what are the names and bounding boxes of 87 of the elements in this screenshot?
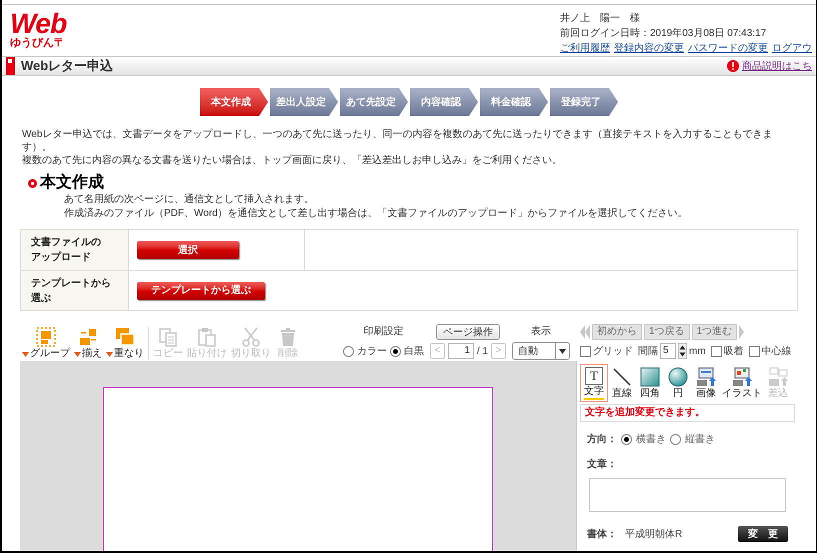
option-label: 吸着 bbox=[724, 344, 744, 358]
view-select[interactable]: 自動 bbox=[512, 342, 570, 360]
logo-subtitle: ゆうびん〒 bbox=[10, 37, 66, 49]
illustration-upload-icon bbox=[732, 366, 752, 386]
text-label: 文章： bbox=[586, 457, 618, 472]
image-upload-icon bbox=[696, 366, 716, 386]
progress-step: 本文作成 bbox=[200, 88, 268, 116]
option-label: グリッド bbox=[593, 344, 633, 358]
print-settings-label: 印刷設定 bbox=[363, 324, 404, 339]
caret-icon bbox=[74, 352, 81, 356]
logo-text[interactable]: Web bbox=[10, 11, 66, 37]
align-button[interactable]: 揃え bbox=[72, 327, 104, 360]
scissors-icon bbox=[241, 327, 261, 347]
caret-icon bbox=[22, 352, 29, 356]
radio-button[interactable] bbox=[621, 434, 632, 445]
last-login-text: 前回ログイン日時：2019年03月08日 07:43:17 bbox=[560, 26, 766, 41]
caret-icon bbox=[559, 348, 566, 354]
caret-icon bbox=[106, 352, 113, 356]
page-field[interactable]: 1 bbox=[448, 343, 474, 359]
title-marker-icon bbox=[6, 57, 15, 75]
progress-step: あて先設定 bbox=[340, 88, 408, 116]
spacing-label: 間隔 bbox=[638, 344, 658, 358]
header-link[interactable]: 登録内容の変更 bbox=[614, 41, 684, 56]
select-button[interactable]: テンプレートから選ぶ bbox=[137, 282, 265, 300]
drawing-tool-button[interactable]: 円 bbox=[664, 364, 692, 402]
align-icon bbox=[78, 327, 98, 347]
copy-icon bbox=[158, 327, 178, 347]
checkbox[interactable] bbox=[580, 346, 591, 356]
drawing-tool-button[interactable]: イラスト bbox=[720, 364, 764, 402]
section-note: あて名用紙の次ページに、通信文として挿入されます。 bbox=[64, 193, 315, 207]
radio-button[interactable] bbox=[342, 346, 354, 356]
page-operation-button[interactable]: ページ操作 bbox=[436, 324, 500, 340]
drawing-tool-button[interactable]: 四角 bbox=[636, 364, 664, 402]
intro-text: 複数のあて先に内容の異なる文書を送りたい場合は、トップ画面に戻り、「差込差出しお申し込み」をご利用ください。 bbox=[22, 154, 563, 167]
radio-button[interactable] bbox=[390, 346, 401, 356]
stacked-squares-icon bbox=[115, 327, 135, 347]
dashed-square-icon bbox=[36, 327, 56, 347]
paste-icon bbox=[197, 327, 217, 347]
drawing-tool-button[interactable]: T 文字 bbox=[580, 364, 608, 402]
checkbox[interactable] bbox=[710, 346, 722, 356]
drawing-tool-button[interactable]: 直線 bbox=[608, 364, 636, 402]
header-link[interactable]: ご利用履歴 bbox=[560, 41, 610, 56]
page-title: Webレター申込 bbox=[21, 57, 114, 76]
insert-icon bbox=[768, 366, 788, 386]
progress-step: 料金確認 bbox=[480, 88, 548, 116]
user-name: 井ノ上 陽一 様 bbox=[560, 12, 640, 26]
option-label: 白黒 bbox=[404, 344, 424, 358]
header-link[interactable]: パスワードの変更 bbox=[688, 41, 768, 56]
row-label: テンプレートから 選ぶ bbox=[31, 276, 111, 306]
option-label: 縦書き bbox=[685, 432, 715, 447]
spacing-field[interactable]: 5 bbox=[660, 343, 676, 359]
circle-icon bbox=[668, 366, 688, 386]
info-icon bbox=[727, 60, 739, 72]
font-label: 書体： bbox=[587, 528, 617, 542]
trash-icon bbox=[278, 327, 298, 347]
intro-text: Webレター申込では、文書データをアップロードし、一つのあて先に送ったり、同一の内容を複数のあて先に送ったりできます（直接テキストを入力することもできます）。 bbox=[22, 128, 774, 154]
section-heading: 本文作成 bbox=[40, 173, 104, 193]
option-label: カラー bbox=[356, 344, 387, 358]
bullet-icon bbox=[28, 178, 37, 188]
unit-label: mm bbox=[689, 344, 706, 358]
line-icon bbox=[612, 366, 632, 386]
checkbox[interactable] bbox=[748, 346, 760, 356]
font-name: 平成明朝体R bbox=[625, 528, 682, 542]
square-icon bbox=[640, 366, 660, 386]
progress-step: 内容確認 bbox=[410, 88, 478, 116]
option-label: 横書き bbox=[636, 432, 666, 447]
spinner-icon bbox=[678, 343, 687, 359]
overlap-button[interactable]: 重なり bbox=[104, 327, 146, 360]
option-label: 中心線 bbox=[762, 344, 792, 358]
progress-step: 登録完了 bbox=[550, 88, 618, 116]
radio-button[interactable] bbox=[670, 434, 681, 445]
section-note: 作成済みのファイル（PDF、Word）を通信文として差し出す場合は、「文書ファイルのアップロード」からファイルを選択してください。 bbox=[64, 207, 689, 221]
row-label: 文書ファイルの アップロード bbox=[31, 236, 101, 265]
header-link[interactable]: ログアウ bbox=[772, 41, 812, 56]
change-button[interactable]: 変 更 bbox=[738, 526, 788, 542]
product-info-link[interactable]: 商品説明はこち bbox=[742, 58, 812, 74]
select-button[interactable]: 選択 bbox=[137, 241, 239, 259]
double-chevron-left-icon bbox=[580, 325, 590, 339]
chevron-right-icon bbox=[739, 325, 744, 339]
group-button[interactable]: グループ bbox=[20, 327, 72, 360]
direction-label: 方向： bbox=[587, 432, 617, 447]
view-label: 表示 bbox=[531, 324, 551, 339]
drawing-tool-button[interactable]: 画像 bbox=[692, 364, 720, 402]
progress-step: 差出人設定 bbox=[270, 88, 338, 116]
page-total: / 1 bbox=[476, 344, 488, 358]
text-tool-icon: T bbox=[585, 366, 603, 384]
hint-message: 文字を追加変更できます。 bbox=[580, 404, 795, 422]
